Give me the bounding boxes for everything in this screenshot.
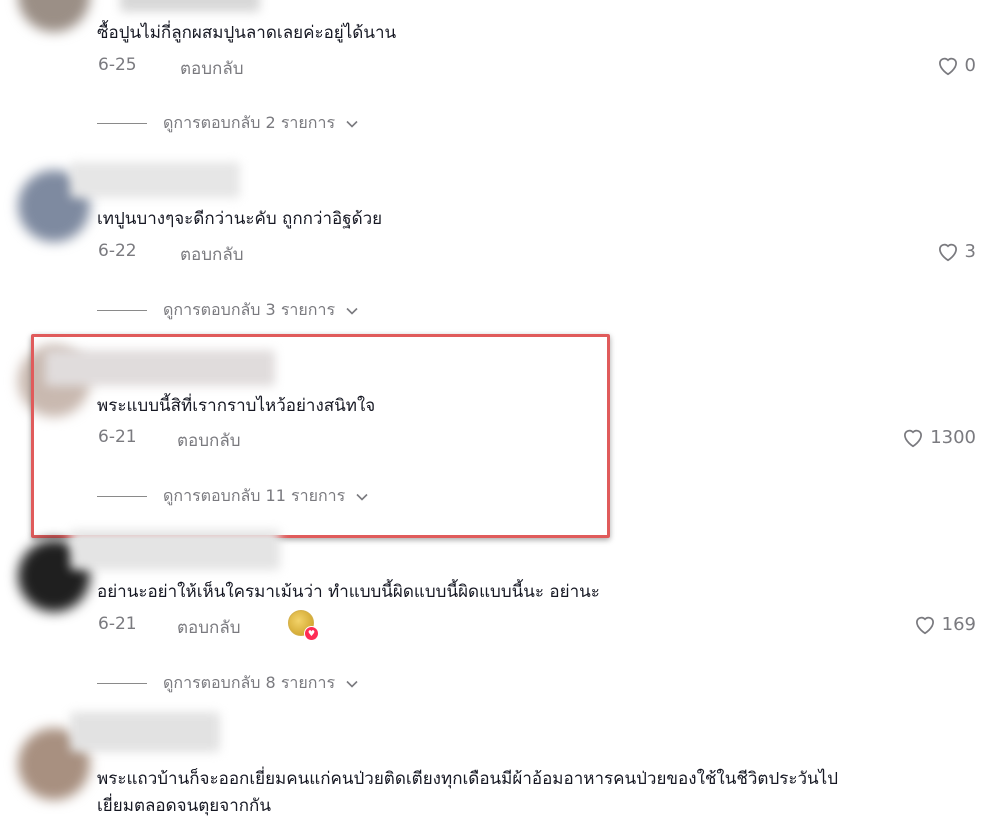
reply-button[interactable]: ตอบกลับ [180, 241, 244, 268]
like-button[interactable]: 3 [935, 238, 976, 264]
chevron-down-icon [346, 307, 358, 315]
view-replies-toggle[interactable]: ดูการตอบกลับ 8 รายการ [97, 671, 360, 696]
view-replies-label: ดูการตอบกลับ 2 รายการ [163, 113, 336, 132]
comment-text: ซื้อปูนไม่กี่ลูกผสมปูนลาดเลยค่ะอยู่ได้นา… [97, 23, 397, 43]
heart-icon [938, 243, 957, 262]
reply-button[interactable]: ตอบกลับ [180, 55, 244, 82]
comment-item: ซื้อปูนไม่กี่ลูกผสมปูนลาดเลยค่ะอยู่ได้นา… [0, 0, 994, 150]
divider-line [97, 122, 147, 125]
comment-date: 6-21 [98, 614, 137, 634]
like-count: 3 [964, 240, 976, 262]
heart-icon [904, 429, 923, 448]
username-blurred[interactable] [70, 712, 220, 752]
view-replies-label: ดูการตอบกลับ 3 รายการ [163, 300, 336, 319]
comment-item: พระแถวบ้านก็จะออกเยี่ยมคนแก่คนป่วยติดเตี… [0, 710, 994, 820]
like-button[interactable]: 0 [935, 52, 976, 78]
heart-icon [938, 57, 957, 76]
avatar[interactable] [18, 0, 90, 32]
like-button[interactable]: 1300 [900, 424, 976, 450]
comment-item: อย่านะอย่าให้เห็นใครมาเม้นว่า ทำแบบนี้ผิ… [0, 525, 994, 710]
divider-line [97, 309, 147, 312]
view-replies-toggle[interactable]: ดูการตอบกลับ 2 รายการ [97, 111, 360, 136]
username-blurred[interactable] [70, 530, 280, 570]
comment-text-line-1: พระแถวบ้านก็จะออกเยี่ยมคนแก่คนป่วยติดเตี… [97, 769, 839, 789]
username-blurred[interactable] [120, 0, 260, 12]
comment-item: เทปูนบางๆจะดีกว่านะคับ ถูกกว่าอิฐด้วย 6-… [0, 150, 994, 335]
highlight-box [31, 334, 610, 538]
heart-icon [915, 616, 934, 635]
chevron-down-icon [346, 680, 358, 688]
like-count: 0 [964, 54, 976, 76]
divider-line [97, 682, 147, 685]
heart-badge-icon: ♥ [304, 626, 319, 641]
view-replies-toggle[interactable]: ดูการตอบกลับ 3 รายการ [97, 298, 360, 323]
comment-date: 6-22 [98, 241, 137, 261]
comment-date: 6-25 [98, 55, 137, 75]
like-count: 169 [941, 613, 976, 635]
comment-text-line-2: เยี่ยมตลอดจนตุยจากกัน [97, 796, 271, 816]
username-blurred[interactable] [70, 162, 240, 198]
chevron-down-icon [346, 120, 358, 128]
like-count: 1300 [930, 426, 976, 448]
like-button[interactable]: 169 [912, 611, 976, 637]
reply-button[interactable]: ตอบกลับ [177, 614, 241, 641]
comment-text: เทปูนบางๆจะดีกว่านะคับ ถูกกว่าอิฐด้วย [97, 209, 383, 229]
comment-text: อย่านะอย่าให้เห็นใครมาเม้นว่า ทำแบบนี้ผิ… [97, 582, 600, 602]
view-replies-label: ดูการตอบกลับ 8 รายการ [163, 673, 336, 692]
